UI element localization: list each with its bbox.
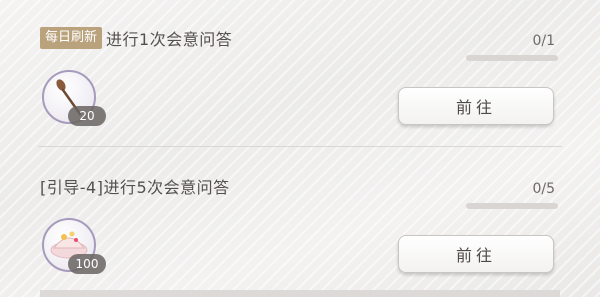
reward-item[interactable]: 20 (42, 70, 106, 128)
next-card-edge (40, 290, 560, 297)
task-title: 进行1次会意问答 (106, 30, 233, 49)
task-progress-bar (466, 55, 558, 61)
task-title: [引导-4]进行5次会意问答 (40, 178, 230, 197)
daily-refresh-badge: 每日刷新 (40, 27, 103, 49)
task-title-row: 每日刷新 进行1次会意问答 (40, 26, 232, 50)
task-progress-bar (466, 203, 558, 209)
task-divider (38, 146, 562, 147)
task-title-row: [引导-4]进行5次会意问答 (40, 174, 230, 198)
reward-quantity: 100 (68, 254, 106, 274)
reward-quantity: 20 (68, 106, 106, 126)
go-button[interactable]: 前往 (398, 235, 554, 273)
task-progress-text: 0/5 (532, 181, 555, 197)
go-button[interactable]: 前往 (398, 87, 554, 125)
task-card-1: 每日刷新 进行1次会意问答 0/1 20 前往 (0, 0, 600, 145)
task-progress-text: 0/1 (532, 33, 555, 49)
reward-item[interactable]: 100 (42, 218, 106, 276)
task-card-2: [引导-4]进行5次会意问答 0/5 100 前往 (0, 148, 600, 293)
